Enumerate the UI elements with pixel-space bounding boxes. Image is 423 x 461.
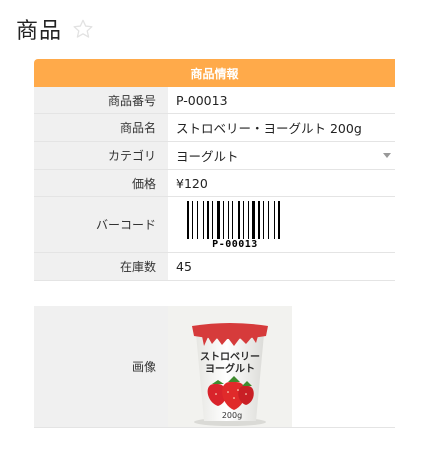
svg-text:200g: 200g — [222, 411, 242, 420]
stock-value: 45 — [176, 259, 192, 274]
field-label: 商品番号 — [34, 87, 168, 113]
svg-text:ストロベリー: ストロベリー — [200, 351, 260, 363]
section-header: 商品情報 — [34, 59, 395, 87]
product-number-value: P-00013 — [176, 92, 228, 108]
field-label: 画像 — [34, 306, 168, 427]
row-product-name: 商品名 ストロベリー・ヨーグルト 200g — [34, 114, 395, 142]
field-label: 商品名 — [34, 114, 168, 141]
row-price: 価格 ¥120 — [34, 170, 395, 197]
barcode: P-00013 — [176, 198, 294, 251]
category-select[interactable]: ヨーグルト — [168, 142, 395, 169]
product-detail-table: 商品情報 商品番号 P-00013 商品名 ストロベリー・ヨーグルト 200g … — [34, 59, 395, 281]
yogurt-cup-illustration: ストロベリー ヨーグルト 200g — [168, 306, 292, 427]
barcode-text: P-00013 — [212, 238, 258, 250]
field-label: バーコード — [34, 197, 168, 252]
row-image: 画像 ストロベリー ヨーグルト 200g — [34, 306, 395, 428]
svg-text:ヨーグルト: ヨーグルト — [205, 362, 255, 375]
category-value: ヨーグルト — [176, 149, 239, 164]
row-category: カテゴリ ヨーグルト — [34, 142, 395, 170]
barcode-bars — [187, 200, 280, 239]
row-stock: 在庫数 45 — [34, 253, 395, 281]
field-label: 価格 — [34, 170, 168, 196]
star-outline-icon[interactable] — [72, 18, 94, 40]
caret-down-icon[interactable] — [383, 153, 391, 158]
product-image[interactable]: ストロベリー ヨーグルト 200g — [168, 306, 292, 427]
field-label: カテゴリ — [34, 142, 168, 169]
field-label: 在庫数 — [34, 253, 168, 280]
page-title: 商品 — [16, 19, 63, 44]
product-name-value: ストロベリー・ヨーグルト 200g — [176, 121, 362, 136]
page-header: 商品 — [16, 14, 94, 44]
row-barcode: バーコード P-00013 — [34, 197, 395, 253]
price-value: ¥120 — [176, 175, 208, 191]
row-product-number: 商品番号 P-00013 — [34, 87, 395, 114]
